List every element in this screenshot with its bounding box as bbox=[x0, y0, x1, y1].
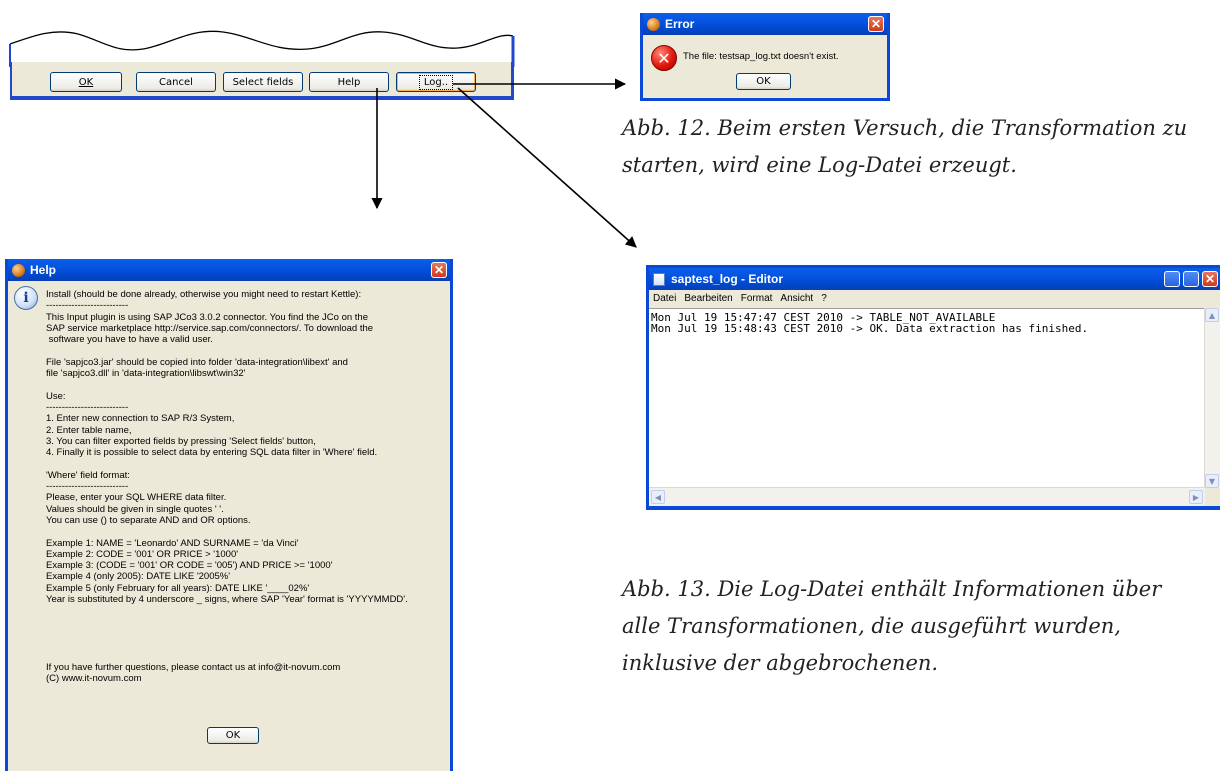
scroll-up-icon[interactable]: ▲ bbox=[1205, 308, 1219, 322]
cancel-button[interactable]: Cancel bbox=[136, 72, 216, 92]
app-icon bbox=[647, 17, 660, 31]
help-line bbox=[46, 617, 450, 628]
help-line: 3. You can filter exported fields by pre… bbox=[46, 435, 316, 447]
scroll-right-icon[interactable]: ▶ bbox=[1189, 490, 1203, 504]
select-fields-button[interactable]: Select fields bbox=[223, 72, 303, 92]
notepad-icon bbox=[653, 272, 665, 286]
help-line: This Input plugin is using SAP JCo3 3.0.… bbox=[46, 311, 368, 323]
help-line bbox=[46, 651, 450, 662]
figure-caption-12: Abb. 12. Beim ersten Versuch, die Transf… bbox=[622, 116, 1188, 177]
help-button[interactable]: Help bbox=[309, 72, 389, 92]
help-line: Year is substituted by 4 underscore _ si… bbox=[46, 594, 408, 606]
error-ok-button[interactable]: OK bbox=[736, 73, 791, 90]
close-icon[interactable]: ✕ bbox=[431, 262, 447, 278]
help-line: Install (should be done already, otherwi… bbox=[46, 289, 362, 300]
help-line bbox=[46, 526, 450, 537]
help-line: Example 4 (only 2005): DATE LIKE '2005%' bbox=[46, 571, 231, 583]
help-line: File 'sapjco3.jar' should be copied into… bbox=[46, 356, 348, 368]
text-area[interactable]: Mon Jul 19 15:47:47 CEST 2010 -> TABLE_N… bbox=[649, 308, 1205, 488]
help-line: Please, enter your SQL WHERE data filter… bbox=[46, 492, 227, 504]
help-line: -------------------------- bbox=[46, 401, 129, 413]
notepad-window: saptest_log - Editor ✕ Datei Bearbeiten … bbox=[646, 265, 1220, 510]
log-line: Mon Jul 19 15:48:43 CEST 2010 -> OK. Dat… bbox=[651, 322, 1089, 335]
help-line: Example 1: NAME = 'Leonardo' AND SURNAME… bbox=[46, 537, 299, 549]
close-icon[interactable]: ✕ bbox=[1202, 271, 1218, 287]
menu-bar: Datei Bearbeiten Format Ansicht ? bbox=[649, 290, 1220, 307]
arrow-to-editor bbox=[457, 87, 637, 248]
menu-help[interactable]: ? bbox=[817, 293, 831, 304]
help-line: You can use () to separate AND and OR op… bbox=[46, 514, 251, 526]
help-line bbox=[46, 605, 450, 616]
maximize-icon[interactable] bbox=[1183, 271, 1199, 287]
help-line: Use: bbox=[46, 390, 66, 402]
vertical-scrollbar[interactable]: ▲ ▼ bbox=[1204, 308, 1220, 488]
error-titlebar: Error ✕ bbox=[643, 13, 887, 35]
error-dialog: Error ✕ ✕ The file: testsap_log.txt does… bbox=[640, 13, 890, 101]
error-message: The file: testsap_log.txt doesn't exist. bbox=[683, 51, 839, 62]
scroll-left-icon[interactable]: ◀ bbox=[651, 490, 665, 504]
ok-button[interactable]: OK bbox=[50, 72, 122, 92]
help-title: Help bbox=[30, 263, 57, 277]
menu-format[interactable]: Format bbox=[737, 293, 777, 304]
help-text: Install (should be done already, otherwi… bbox=[46, 289, 450, 684]
scroll-down-icon[interactable]: ▼ bbox=[1205, 474, 1219, 488]
help-line: Example 5 (only February for all years):… bbox=[46, 582, 310, 594]
help-line: file 'sapjco3.dll' in 'data-integration\… bbox=[46, 368, 246, 380]
dialog-button-bar: OK Cancel Select fields Help Log.. bbox=[10, 62, 514, 100]
help-line: (C) www.it-novum.com bbox=[46, 673, 142, 685]
help-line: -------------------------- bbox=[46, 300, 129, 312]
help-line: 1. Enter new connection to SAP R/3 Syste… bbox=[46, 413, 235, 425]
info-icon: i bbox=[14, 286, 38, 310]
help-line: If you have further questions, please co… bbox=[46, 661, 341, 673]
help-line: Example 3: (CODE = '001' OR CODE = '005'… bbox=[46, 560, 333, 572]
close-icon[interactable]: ✕ bbox=[868, 16, 884, 32]
horizontal-scrollbar[interactable]: ◀ ▶ bbox=[649, 487, 1205, 506]
torn-edge bbox=[9, 30, 515, 67]
help-line: 'Where' field format: bbox=[46, 469, 130, 481]
help-line: -------------------------- bbox=[46, 481, 129, 493]
help-line: Example 2: CODE = '001' OR PRICE > '1000… bbox=[46, 548, 239, 560]
help-line: 2. Enter table name, bbox=[46, 424, 132, 436]
help-line: 4. Finally it is possible to select data… bbox=[46, 447, 378, 459]
help-line bbox=[46, 345, 450, 356]
menu-bearbeiten[interactable]: Bearbeiten bbox=[680, 293, 736, 304]
notepad-titlebar: saptest_log - Editor ✕ bbox=[649, 268, 1220, 290]
help-line bbox=[46, 458, 450, 469]
help-line bbox=[46, 628, 450, 639]
help-dialog: Help ✕ i Install (should be done already… bbox=[5, 259, 453, 771]
app-icon bbox=[12, 263, 25, 277]
error-icon: ✕ bbox=[651, 45, 677, 71]
minimize-icon[interactable] bbox=[1164, 271, 1180, 287]
help-line: Values should be given in single quotes … bbox=[46, 503, 224, 515]
help-ok-button[interactable]: OK bbox=[207, 727, 259, 744]
notepad-title: saptest_log - Editor bbox=[671, 272, 784, 286]
help-line: software you have to have a valid user. bbox=[46, 334, 213, 346]
menu-ansicht[interactable]: Ansicht bbox=[776, 293, 817, 304]
menu-datei[interactable]: Datei bbox=[649, 293, 680, 304]
error-title: Error bbox=[665, 17, 695, 31]
help-line: SAP service marketplace http://service.s… bbox=[46, 322, 374, 334]
figure-caption-13: Abb. 13. Die Log-Datei enthält Informati… bbox=[622, 577, 1162, 675]
log-button[interactable]: Log.. bbox=[396, 72, 476, 92]
help-line bbox=[46, 639, 450, 650]
help-titlebar: Help ✕ bbox=[8, 259, 450, 281]
help-line bbox=[46, 379, 450, 390]
